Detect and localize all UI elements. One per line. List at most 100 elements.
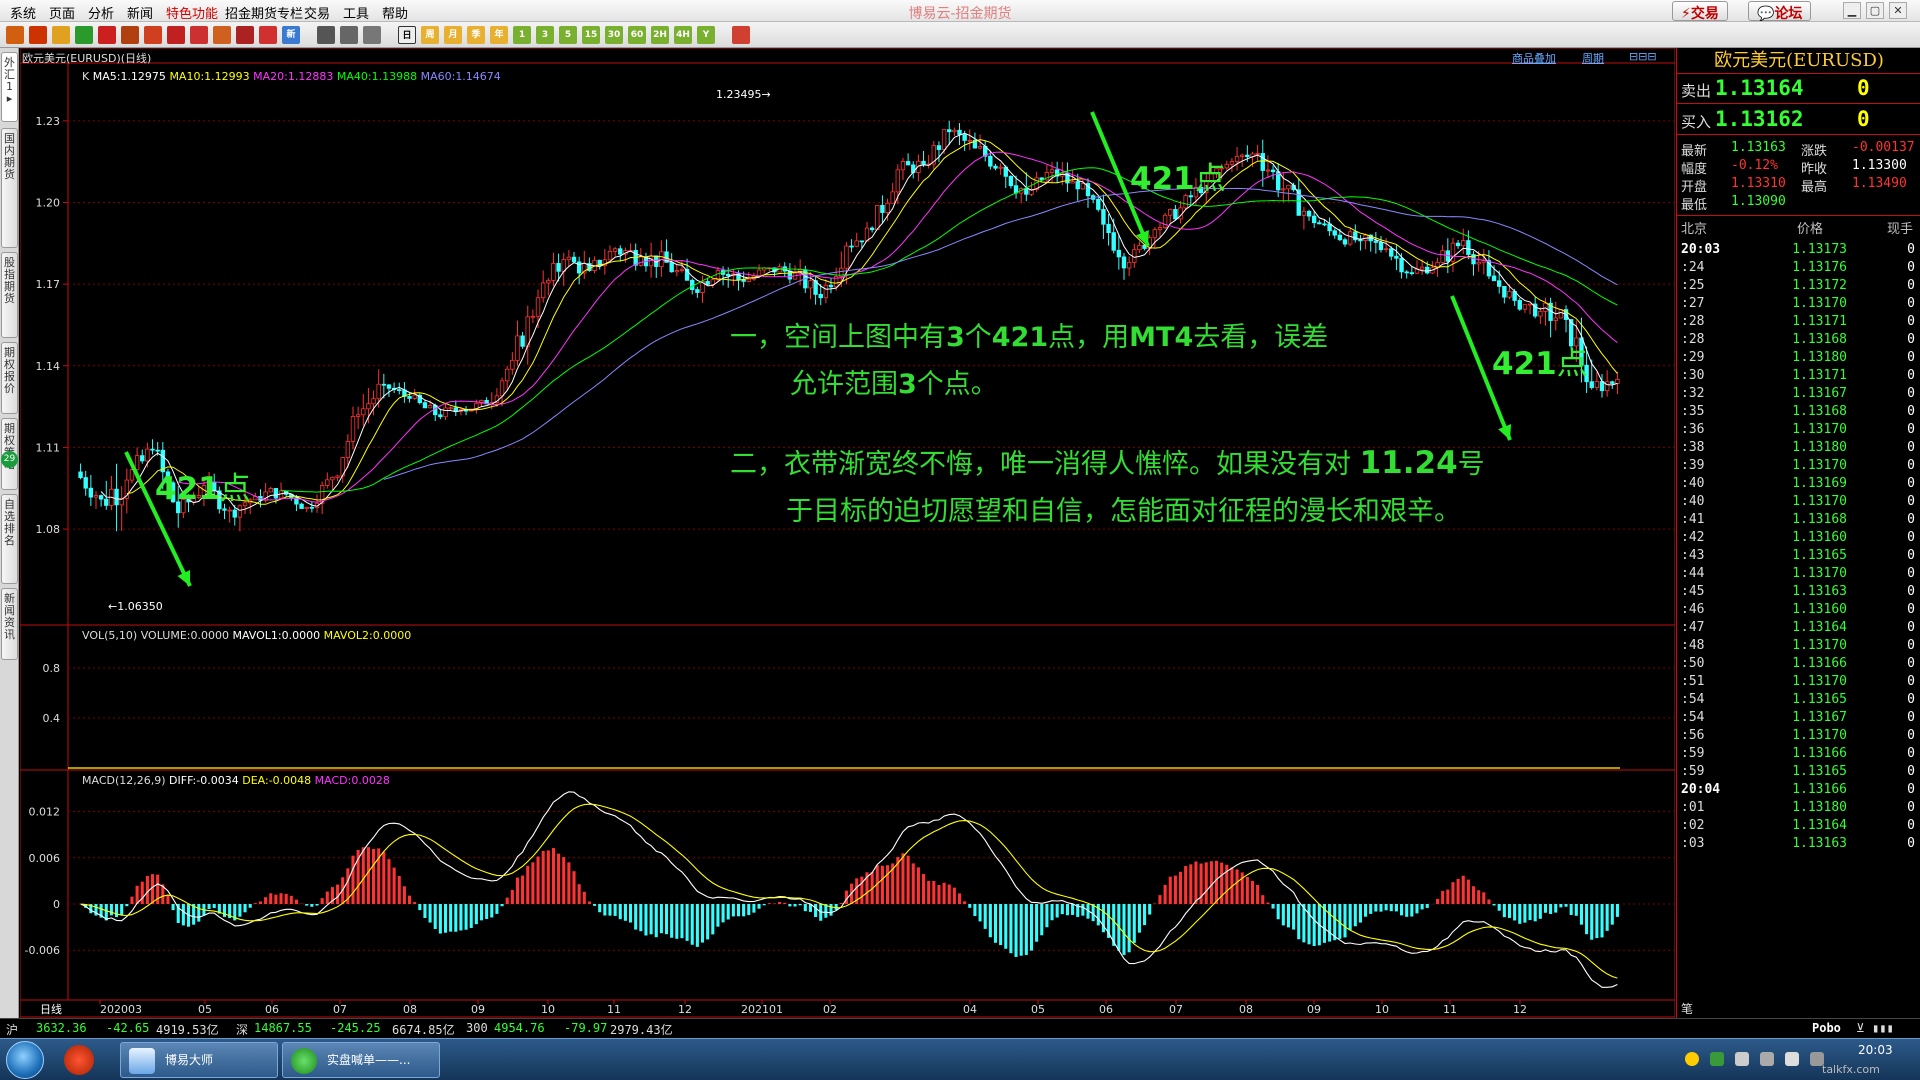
x-tick-label: 04 xyxy=(963,1003,977,1016)
tick-time: :29 xyxy=(1681,350,1705,365)
home-icon[interactable] xyxy=(29,26,47,44)
quote-panel: 欧元美元(EURUSD) 卖出 1.13164 0 买入 1.13162 0 最… xyxy=(1676,48,1920,1018)
trade-button[interactable]: ⚡交易 xyxy=(1672,1,1728,22)
tray-qq-icon[interactable] xyxy=(1760,1052,1774,1066)
tray-add-icon[interactable] xyxy=(1685,1052,1699,1066)
start-button[interactable] xyxy=(6,1041,44,1079)
x-tick-label: 202003 xyxy=(100,1003,142,1016)
x-tick-label: 12 xyxy=(678,1003,692,1016)
volume-legend: VOL(5,10) VOLUME:0.0000 MAVOL1:0.0000 MA… xyxy=(82,629,411,642)
menu-tools[interactable]: 工具 xyxy=(343,3,369,22)
new-icon[interactable]: 新 xyxy=(282,26,300,44)
clock[interactable]: 20:03 xyxy=(1858,1043,1893,1057)
stat-label: 涨跌 xyxy=(1801,144,1828,159)
sell-size: 0 xyxy=(1857,76,1870,100)
2h-icon[interactable]: 2H xyxy=(651,26,669,44)
menu-special[interactable]: 特色功能 xyxy=(166,3,218,22)
window-icon[interactable] xyxy=(98,26,116,44)
candle-body xyxy=(690,279,695,290)
week-icon[interactable]: 周 xyxy=(421,26,439,44)
menu-help[interactable]: 帮助 xyxy=(382,3,408,22)
candle-body xyxy=(381,383,387,386)
search-icon[interactable] xyxy=(121,26,139,44)
search-alt-icon[interactable] xyxy=(144,26,162,44)
task-boyi[interactable]: 博易大师 xyxy=(120,1042,278,1078)
ticks-head-vol: 现手 xyxy=(1887,222,1914,237)
refresh-icon[interactable] xyxy=(75,26,93,44)
menu-trade[interactable]: 交易 xyxy=(304,3,330,22)
x-tick-label: 05 xyxy=(198,1003,212,1016)
candle-body xyxy=(1358,239,1363,242)
tab-options-quote[interactable]: 期权报价 xyxy=(1,342,18,414)
tray-shield-icon[interactable] xyxy=(1710,1052,1724,1066)
5m-icon[interactable]: 5 xyxy=(559,26,577,44)
tick-price: 1.13165 xyxy=(1792,764,1847,779)
tab-forex[interactable]: 外汇1 ▸ xyxy=(1,52,18,122)
close-icon[interactable]: ✕ xyxy=(1889,2,1907,19)
filter-icon[interactable]: ⊻ xyxy=(1856,1021,1865,1035)
pinned-app-icon[interactable] xyxy=(64,1045,94,1075)
candle-body xyxy=(823,284,829,299)
maximize-icon[interactable]: ▢ xyxy=(1866,2,1884,19)
tab-news[interactable]: 新闻资讯 xyxy=(1,588,18,660)
pen-icon[interactable] xyxy=(213,26,231,44)
minimize-icon[interactable]: ▁ xyxy=(1843,2,1861,19)
30m-icon[interactable]: 30 xyxy=(605,26,623,44)
stat-label: 幅度 xyxy=(1681,162,1708,177)
draw-icon[interactable] xyxy=(190,26,208,44)
news-icon[interactable] xyxy=(52,26,70,44)
candle-body xyxy=(669,261,674,273)
sz-amount: 6674.85亿 xyxy=(392,1023,455,1037)
year-icon[interactable]: 年 xyxy=(490,26,508,44)
task-shipan[interactable]: 实盘喊单——... xyxy=(282,1042,440,1078)
funnel-icon[interactable] xyxy=(259,26,277,44)
4h-icon[interactable]: 4H xyxy=(674,26,692,44)
chart-icon[interactable] xyxy=(340,26,358,44)
annotation-421-a: 421点 xyxy=(155,471,251,507)
chart-canvas[interactable]: 1.23 1.20 1.17 1.14 1.11 1.08 0.8 0.4 0.012 0.006… xyxy=(20,48,1675,1018)
60m-icon[interactable]: 60 xyxy=(628,26,646,44)
add-symbol-link[interactable]: 商品叠加 xyxy=(1512,50,1556,66)
quarter-icon[interactable]: 季 xyxy=(467,26,485,44)
tick-price: 1.13180 xyxy=(1792,440,1847,455)
cut-icon[interactable] xyxy=(167,26,185,44)
candle-body xyxy=(397,389,402,391)
tick-time: :03 xyxy=(1681,836,1705,851)
back-icon[interactable] xyxy=(6,26,24,44)
chart-area[interactable]: 1.23 1.20 1.17 1.14 1.11 1.08 0.8 0.4 0.012 0.006… xyxy=(20,48,1675,1018)
menu-news[interactable]: 新闻 xyxy=(127,3,153,22)
tab-watchlist[interactable]: 自选排名 xyxy=(1,494,18,584)
layout-icon[interactable]: ⊟⊟⊟ xyxy=(1629,50,1657,63)
menu-system[interactable]: 系统 xyxy=(10,3,36,22)
candle-body xyxy=(304,506,309,509)
candle-body xyxy=(504,368,510,382)
tick-volume: 0 xyxy=(1907,728,1915,743)
3m-icon[interactable]: 3 xyxy=(536,26,554,44)
tray-volume-icon[interactable] xyxy=(1785,1052,1799,1066)
menu-futures-column[interactable]: 招金期货专栏 xyxy=(225,3,303,22)
tray-network-icon[interactable] xyxy=(1735,1052,1749,1066)
tab-index-futures[interactable]: 股指期货 xyxy=(1,252,18,338)
draw-tool-icon[interactable] xyxy=(363,26,381,44)
macd-dea-line xyxy=(80,803,1618,979)
sell-row[interactable]: 卖出 1.13164 0 xyxy=(1677,74,1920,104)
tick-volume: 0 xyxy=(1907,656,1915,671)
menu-analysis[interactable]: 分析 xyxy=(88,3,114,22)
ticks-footer[interactable]: 笔 xyxy=(1681,1000,1693,1017)
erase-icon[interactable] xyxy=(236,26,254,44)
tab-domestic-futures[interactable]: 国内期货 xyxy=(1,128,18,248)
buy-row[interactable]: 买入 1.13162 0 xyxy=(1677,105,1920,135)
month-icon[interactable]: 月 xyxy=(444,26,462,44)
15m-icon[interactable]: 15 xyxy=(582,26,600,44)
candle-body xyxy=(1024,188,1029,195)
chart-symbol-title: 欧元美元(EURUSD)(日线) xyxy=(22,52,152,65)
forum-button[interactable]: 💬论坛 xyxy=(1748,1,1812,22)
menu-page[interactable]: 页面 xyxy=(49,3,75,22)
period-link[interactable]: 周期 xyxy=(1582,50,1604,66)
1m-icon[interactable]: 1 xyxy=(513,26,531,44)
exit-icon[interactable] xyxy=(732,26,750,44)
table-icon[interactable] xyxy=(317,26,335,44)
custom-icon[interactable]: Y xyxy=(697,26,715,44)
day-icon[interactable]: 日 xyxy=(398,26,416,44)
tick-volume: 0 xyxy=(1907,638,1915,653)
